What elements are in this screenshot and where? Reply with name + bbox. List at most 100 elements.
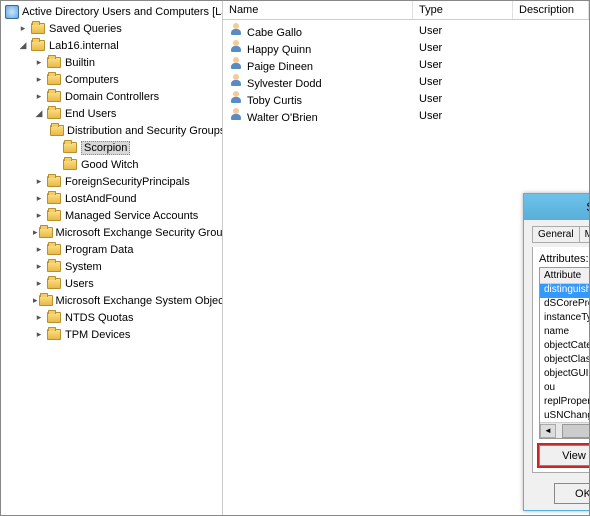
list-row[interactable]: Cabe GalloUser — [223, 22, 589, 39]
expand-icon[interactable]: ▸ — [17, 23, 29, 35]
tree-item-label: TPM Devices — [65, 329, 130, 341]
expand-icon[interactable]: ▸ — [33, 329, 45, 341]
col-header-name[interactable]: Name — [223, 1, 413, 19]
tree-item[interactable]: ▸ TPM Devices — [3, 326, 220, 343]
tab-general[interactable]: General — [532, 226, 580, 242]
tree-item[interactable]: ▸ System — [3, 258, 220, 275]
attr-row[interactable]: objectClasstop; organizationalUnit — [540, 354, 590, 368]
attr-row[interactable]: nameScorpion — [540, 326, 590, 340]
attr-name: name — [540, 326, 590, 340]
cell-type: User — [413, 76, 513, 88]
attr-row[interactable]: instanceType0x4 = ( WRITE ) — [540, 312, 590, 326]
list-row[interactable]: Sylvester DoddUser — [223, 73, 589, 90]
user-icon — [229, 90, 243, 104]
tree-item[interactable]: ▸Computers — [3, 71, 220, 88]
tree-item[interactable]: ▸LostAndFound — [3, 190, 220, 207]
cell-type: User — [413, 93, 513, 105]
folder-icon — [30, 39, 46, 53]
tree-item[interactable]: ◢ Lab16.internal — [3, 37, 220, 54]
col-header-desc[interactable]: Description — [513, 1, 589, 19]
folder-icon — [30, 22, 46, 36]
attr-header-name[interactable]: Attribute — [540, 268, 590, 283]
expand-icon[interactable]: ▸ — [33, 74, 45, 86]
tree-item[interactable]: ▸ Builtin — [3, 54, 220, 71]
tree-item-label: Domain Controllers — [65, 91, 159, 103]
properties-dialog: Scorpion Properties ? ✕ GeneralManaged B… — [523, 193, 590, 511]
attr-name: ou — [540, 382, 590, 396]
expand-icon[interactable]: ▸ — [33, 193, 45, 205]
tree-item[interactable]: ▸Managed Service Accounts — [3, 207, 220, 224]
expand-icon[interactable]: ▸ — [33, 57, 45, 69]
ok-button[interactable]: OK — [554, 483, 590, 504]
expand-icon[interactable]: ▸ — [33, 227, 38, 239]
list-row[interactable]: Toby CurtisUser — [223, 90, 589, 107]
tree-item-label: End Users — [65, 108, 116, 120]
folder-icon — [46, 175, 62, 189]
col-header-type[interactable]: Type — [413, 1, 513, 19]
expand-icon[interactable]: ▸ — [33, 278, 45, 290]
tree-item-label: NTDS Quotas — [65, 312, 133, 324]
cell-type: User — [413, 110, 513, 122]
tree-item-label: System — [65, 261, 102, 273]
attr-row[interactable]: replPropertyMetaDataAttID Ver Loc.USN Or… — [540, 396, 590, 410]
folder-icon — [39, 294, 53, 308]
tree-item[interactable]: Scorpion — [3, 139, 220, 156]
list-header: Name Type Description — [223, 1, 589, 20]
attr-row[interactable]: dSCorePropagationD...6/22/2018 11:09:35 … — [540, 298, 590, 312]
tree-item-label: Builtin — [65, 57, 95, 69]
tree-item[interactable]: ▸Program Data — [3, 241, 220, 258]
attr-row[interactable]: distinguishedNameOU=Scorpion,OU=End User… — [540, 284, 590, 298]
scroll-left-button[interactable]: ◄ — [540, 424, 556, 438]
tree-item[interactable]: ▸ NTDS Quotas — [3, 309, 220, 326]
tree-item-label: Scorpion — [81, 141, 130, 155]
list-row[interactable]: Walter O'BrienUser — [223, 107, 589, 124]
list-row[interactable]: Paige DineenUser — [223, 56, 589, 73]
tree-root[interactable]: Active Directory Users and Computers [La… — [3, 3, 220, 20]
aduc-window: Active Directory Users and Computers [La… — [0, 0, 590, 516]
tree-item[interactable]: ▸Users — [3, 275, 220, 292]
tree-item[interactable]: ◢ End Users — [3, 105, 220, 122]
tree-item[interactable]: ▸Saved Queries — [3, 20, 220, 37]
tree-item-label: Lab16.internal — [49, 40, 119, 52]
tree-item[interactable]: Distribution and Security Groups — [3, 122, 220, 139]
tree-item[interactable]: Good Witch — [3, 156, 220, 173]
tree-root-label: Active Directory Users and Computers [La… — [22, 6, 223, 18]
cell-name: Happy Quinn — [223, 39, 413, 56]
folder-icon — [46, 107, 62, 121]
expand-icon[interactable]: ▸ — [33, 244, 45, 256]
collapse-icon[interactable]: ◢ — [17, 40, 29, 52]
folder-icon — [46, 209, 62, 223]
user-icon — [229, 107, 243, 121]
tree-item-label: ForeignSecurityPrincipals — [65, 176, 190, 188]
tree-item[interactable]: ▸Microsoft Exchange System Objects — [3, 292, 220, 309]
tree-item[interactable]: ▸Microsoft Exchange Security Groups — [3, 224, 220, 241]
attr-body[interactable]: distinguishedNameOU=Scorpion,OU=End User… — [540, 284, 590, 422]
tree-pane[interactable]: Active Directory Users and Computers [La… — [1, 1, 223, 515]
expand-icon[interactable]: ▸ — [33, 210, 45, 222]
attr-name: uSNChanged — [540, 410, 590, 422]
cell-type: User — [413, 42, 513, 54]
dialog-tabs: GeneralManaged ByObjectSecurityCOM+Attri… — [532, 226, 590, 243]
attr-row[interactable]: ouScorpion — [540, 382, 590, 396]
attr-row[interactable]: uSNChanged461462 — [540, 410, 590, 422]
tree-item[interactable]: ▸ ForeignSecurityPrincipals — [3, 173, 220, 190]
folder-icon — [46, 243, 62, 257]
dialog-titlebar[interactable]: Scorpion Properties ? ✕ — [524, 194, 590, 220]
expand-icon[interactable]: ▸ — [33, 91, 45, 103]
spacer — [49, 159, 61, 171]
expand-icon[interactable]: ▸ — [33, 295, 38, 307]
list-row[interactable]: Happy QuinnUser — [223, 39, 589, 56]
tab-managed-by[interactable]: Managed By — [579, 226, 590, 242]
scroll-thumb[interactable]: III — [562, 424, 590, 438]
attr-row[interactable]: objectGUID4be458dc-3dc9-41f1-a69a-7c9146… — [540, 368, 590, 382]
cell-type: User — [413, 59, 513, 71]
dialog-footer: OK Cancel Apply Help — [524, 477, 590, 510]
scrollbar-horizontal[interactable]: ◄ III ► — [540, 422, 590, 438]
view-button[interactable]: View — [539, 445, 590, 466]
attr-row[interactable]: objectCategoryCN=Organizational-Unit,CN=… — [540, 340, 590, 354]
tree-item[interactable]: ▸ Domain Controllers — [3, 88, 220, 105]
expand-icon[interactable]: ▸ — [33, 261, 45, 273]
expand-icon[interactable]: ▸ — [33, 312, 45, 324]
expand-icon[interactable]: ▸ — [33, 176, 45, 188]
collapse-icon[interactable]: ◢ — [33, 108, 45, 120]
